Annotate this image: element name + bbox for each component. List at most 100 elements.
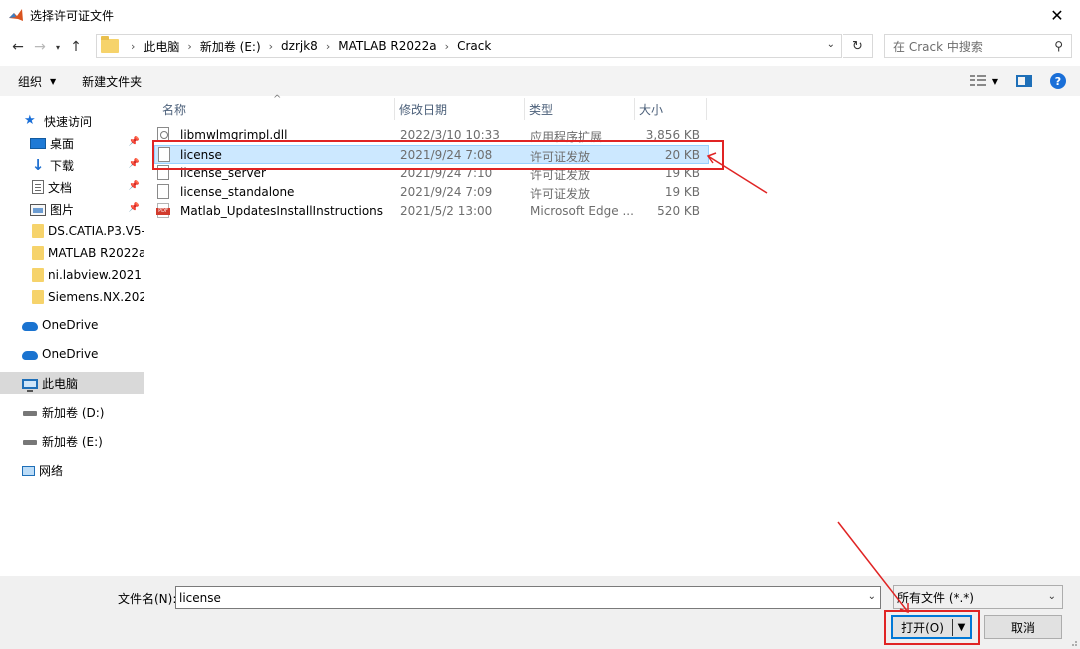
sidebar-item-label: ni.labview.2021 bbox=[48, 268, 142, 282]
sidebar-item-siemens[interactable]: Siemens.NX.2023 bbox=[0, 286, 144, 308]
chevron-right-icon: › bbox=[325, 39, 331, 53]
sidebar-item-label: 桌面 bbox=[50, 136, 75, 151]
desktop-icon bbox=[30, 138, 46, 149]
file-size: 19 KB bbox=[664, 185, 700, 199]
title-bar: 选择许可证文件 ✕ bbox=[0, 0, 1080, 30]
sidebar-item-label: DS.CATIA.P3.V5-6R bbox=[48, 224, 144, 238]
folder-icon bbox=[32, 290, 44, 304]
file-icon bbox=[157, 184, 169, 199]
annotation-highlight-license bbox=[152, 140, 724, 170]
column-header-size[interactable]: 大小 bbox=[635, 98, 707, 120]
file-type: 许可证发放 bbox=[530, 187, 591, 201]
this-pc-icon bbox=[22, 378, 38, 392]
folder-icon bbox=[32, 268, 44, 282]
resize-grip-icon[interactable] bbox=[1068, 637, 1078, 647]
view-dropdown-icon[interactable]: ▼ bbox=[992, 77, 998, 86]
chevron-right-icon: › bbox=[268, 39, 274, 53]
filetype-select[interactable]: 所有文件 (*.*) ⌄ bbox=[893, 585, 1063, 609]
address-bar[interactable]: › 此电脑 › 新加卷 (E:) › dzrjk8 › MATLAB R2022… bbox=[96, 34, 842, 58]
table-row[interactable]: license_standalone 2021/9/24 7:09 许可证发放 … bbox=[154, 183, 709, 202]
organize-label: 组织 bbox=[18, 74, 43, 89]
cancel-button[interactable]: 取消 bbox=[984, 615, 1062, 639]
sidebar-item-downloads[interactable]: ↓ 下载 📌 bbox=[0, 154, 144, 176]
column-header-modified[interactable]: 修改日期 bbox=[395, 98, 525, 120]
filename-input[interactable]: license ⌄ bbox=[175, 586, 881, 609]
new-folder-button[interactable]: 新建文件夹 bbox=[82, 73, 142, 90]
sidebar-item-network[interactable]: 网络 bbox=[0, 459, 144, 481]
onedrive-icon bbox=[22, 351, 38, 360]
chevron-right-icon: › bbox=[187, 39, 192, 53]
organize-button[interactable]: 组织 ▼ bbox=[18, 73, 56, 90]
folder-icon bbox=[32, 246, 44, 260]
download-icon: ↓ bbox=[31, 156, 45, 174]
search-input[interactable]: 在 Crack 中搜索 ⚲ bbox=[884, 34, 1072, 58]
close-button[interactable]: ✕ bbox=[1034, 0, 1080, 30]
breadcrumb-this-pc[interactable]: 此电脑 bbox=[143, 38, 179, 55]
sidebar-item-onedrive-2[interactable]: OneDrive bbox=[0, 343, 144, 365]
pin-icon: 📌 bbox=[128, 181, 140, 191]
file-name: license_standalone bbox=[180, 185, 295, 199]
folder-icon bbox=[101, 36, 119, 53]
file-size: 520 KB bbox=[657, 204, 700, 218]
refresh-button[interactable]: ↻ bbox=[843, 34, 873, 58]
column-header-name[interactable]: 名称 bbox=[158, 98, 395, 120]
filename-value: license bbox=[179, 590, 221, 605]
view-options-icon[interactable] bbox=[969, 75, 986, 87]
address-row: ← → ▾ ↑ › 此电脑 › 新加卷 (E:) › dzrjk8 › MATL… bbox=[0, 30, 1080, 64]
sidebar-item-label: Siemens.NX.2023 bbox=[48, 290, 144, 304]
back-button[interactable]: ← bbox=[7, 35, 29, 59]
sidebar-item-label: OneDrive bbox=[42, 347, 99, 361]
chevron-right-icon: › bbox=[131, 39, 136, 53]
pdf-file-icon bbox=[156, 203, 170, 218]
sidebar-item-onedrive[interactable]: OneDrive bbox=[0, 314, 144, 336]
up-button[interactable]: ↑ bbox=[65, 35, 87, 59]
recent-locations-button[interactable]: ▾ bbox=[51, 35, 65, 59]
network-icon bbox=[22, 466, 35, 476]
sidebar-item-pictures[interactable]: 图片 📌 bbox=[0, 198, 144, 220]
sidebar-item-label: 网络 bbox=[39, 463, 64, 478]
address-dropdown-icon[interactable]: ⌄ bbox=[827, 39, 835, 50]
breadcrumb-drive-e[interactable]: 新加卷 (E:) bbox=[200, 38, 261, 55]
file-name: Matlab_UpdatesInstallInstructions bbox=[180, 204, 384, 218]
new-folder-label: 新建文件夹 bbox=[82, 74, 143, 89]
sidebar-item-this-pc[interactable]: 此电脑 bbox=[0, 372, 144, 394]
sidebar-item-drive-e[interactable]: 新加卷 (E:) bbox=[0, 430, 144, 452]
navigation-pane: ★ 快速访问 桌面 📌 ↓ 下载 📌 文档 📌 图片 📌 DS.CATIA.P3… bbox=[0, 96, 144, 576]
sidebar-item-label: 新加卷 (E:) bbox=[42, 434, 103, 449]
sidebar-item-label: 快速访问 bbox=[44, 114, 93, 129]
sidebar-item-quick-access[interactable]: ★ 快速访问 bbox=[0, 110, 144, 132]
sidebar-item-desktop[interactable]: 桌面 📌 bbox=[0, 132, 144, 154]
annotation-highlight-open-button bbox=[884, 610, 980, 645]
sidebar-item-drive-d[interactable]: 新加卷 (D:) bbox=[0, 401, 144, 423]
sidebar-item-label: 下载 bbox=[50, 158, 75, 173]
onedrive-icon bbox=[22, 322, 38, 331]
column-header-type[interactable]: 类型 bbox=[525, 98, 635, 120]
sidebar-item-label: 图片 bbox=[50, 202, 75, 217]
breadcrumb-crack[interactable]: Crack bbox=[457, 39, 491, 53]
pictures-icon bbox=[30, 203, 46, 216]
filetype-value: 所有文件 (*.*) bbox=[897, 590, 974, 605]
sidebar-item-labview[interactable]: ni.labview.2021 bbox=[0, 264, 144, 286]
window-title: 选择许可证文件 bbox=[30, 8, 115, 23]
help-icon[interactable]: ? bbox=[1050, 73, 1066, 89]
sidebar-item-documents[interactable]: 文档 📌 bbox=[0, 176, 144, 198]
chevron-down-icon[interactable]: ⌄ bbox=[868, 591, 876, 602]
star-icon: ★ bbox=[24, 113, 36, 128]
chevron-right-icon: › bbox=[444, 39, 450, 53]
sidebar-item-label: 新加卷 (D:) bbox=[42, 405, 105, 420]
table-row[interactable]: Matlab_UpdatesInstallInstructions 2021/5… bbox=[154, 202, 709, 221]
sidebar-item-label: OneDrive bbox=[42, 318, 99, 332]
breadcrumb-dzrjk8[interactable]: dzrjk8 bbox=[281, 39, 318, 53]
sidebar-item-label: 文档 bbox=[48, 180, 73, 195]
breadcrumb-matlab[interactable]: MATLAB R2022a bbox=[338, 39, 436, 53]
preview-pane-icon[interactable] bbox=[1016, 75, 1032, 87]
search-placeholder: 在 Crack 中搜索 bbox=[893, 39, 983, 54]
pin-icon: 📌 bbox=[128, 203, 140, 213]
file-type: Microsoft Edge ... bbox=[530, 204, 634, 218]
forward-button[interactable]: → bbox=[29, 35, 51, 59]
drive-icon bbox=[22, 434, 38, 448]
sidebar-item-label: MATLAB R2022a bbox=[48, 246, 144, 260]
sidebar-item-catia[interactable]: DS.CATIA.P3.V5-6R bbox=[0, 220, 144, 242]
sidebar-item-matlab[interactable]: MATLAB R2022a bbox=[0, 242, 144, 264]
pin-icon: 📌 bbox=[128, 159, 140, 169]
